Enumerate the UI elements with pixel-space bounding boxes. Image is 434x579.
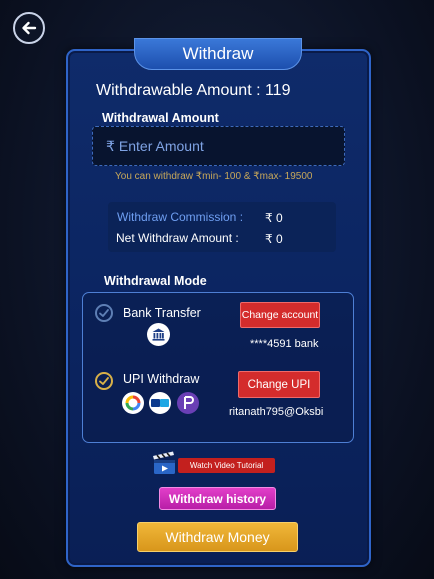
withdrawal-amount-label: Withdrawal Amount: [102, 111, 219, 125]
back-button[interactable]: [13, 12, 45, 44]
amount-input[interactable]: [118, 138, 329, 154]
watch-video-tutorial-link[interactable]: Watch Video Tutorial: [151, 451, 277, 475]
net-amount-value: ₹ 0: [265, 232, 283, 246]
google-pay-icon: [122, 392, 144, 414]
arrow-left-icon: [22, 21, 37, 35]
upi-id: ritanath795@Oksbi: [229, 406, 324, 418]
video-tutorial-label: Watch Video Tutorial: [178, 458, 275, 473]
upi-withdraw-radio[interactable]: [95, 372, 113, 390]
withdraw-history-button[interactable]: Withdraw history: [159, 487, 276, 510]
change-upi-button[interactable]: Change UPI: [238, 371, 320, 398]
commission-label: Withdraw Commission :: [117, 210, 244, 224]
rupee-icon: ₹: [106, 137, 115, 154]
checkmark-icon: [99, 309, 109, 317]
bank-account-number: ****4591 bank: [250, 338, 319, 350]
withdraw-limits-text: You can withdraw ₹min- 100 & ₹max- 19500: [115, 171, 313, 182]
amount-input-container[interactable]: ₹: [92, 126, 345, 166]
upi-withdraw-label: UPI Withdraw: [123, 372, 200, 386]
net-amount-label: Net Withdraw Amount :: [116, 231, 239, 245]
change-account-button[interactable]: Change account: [240, 302, 320, 328]
commission-value: ₹ 0: [265, 211, 283, 225]
paytm-icon: [149, 392, 171, 414]
bank-transfer-label: Bank Transfer: [123, 306, 201, 320]
bank-icon: [147, 323, 170, 346]
withdraw-money-button[interactable]: Withdraw Money: [137, 522, 298, 552]
page-title: Withdraw: [134, 38, 302, 70]
clapperboard-icon: [153, 451, 175, 474]
withdrawal-mode-label: Withdrawal Mode: [104, 274, 207, 288]
bank-transfer-radio[interactable]: [95, 304, 113, 322]
withdrawable-amount: Withdrawable Amount : 119: [96, 82, 291, 99]
checkmark-icon: [99, 377, 109, 385]
phonepe-icon: [177, 392, 199, 414]
